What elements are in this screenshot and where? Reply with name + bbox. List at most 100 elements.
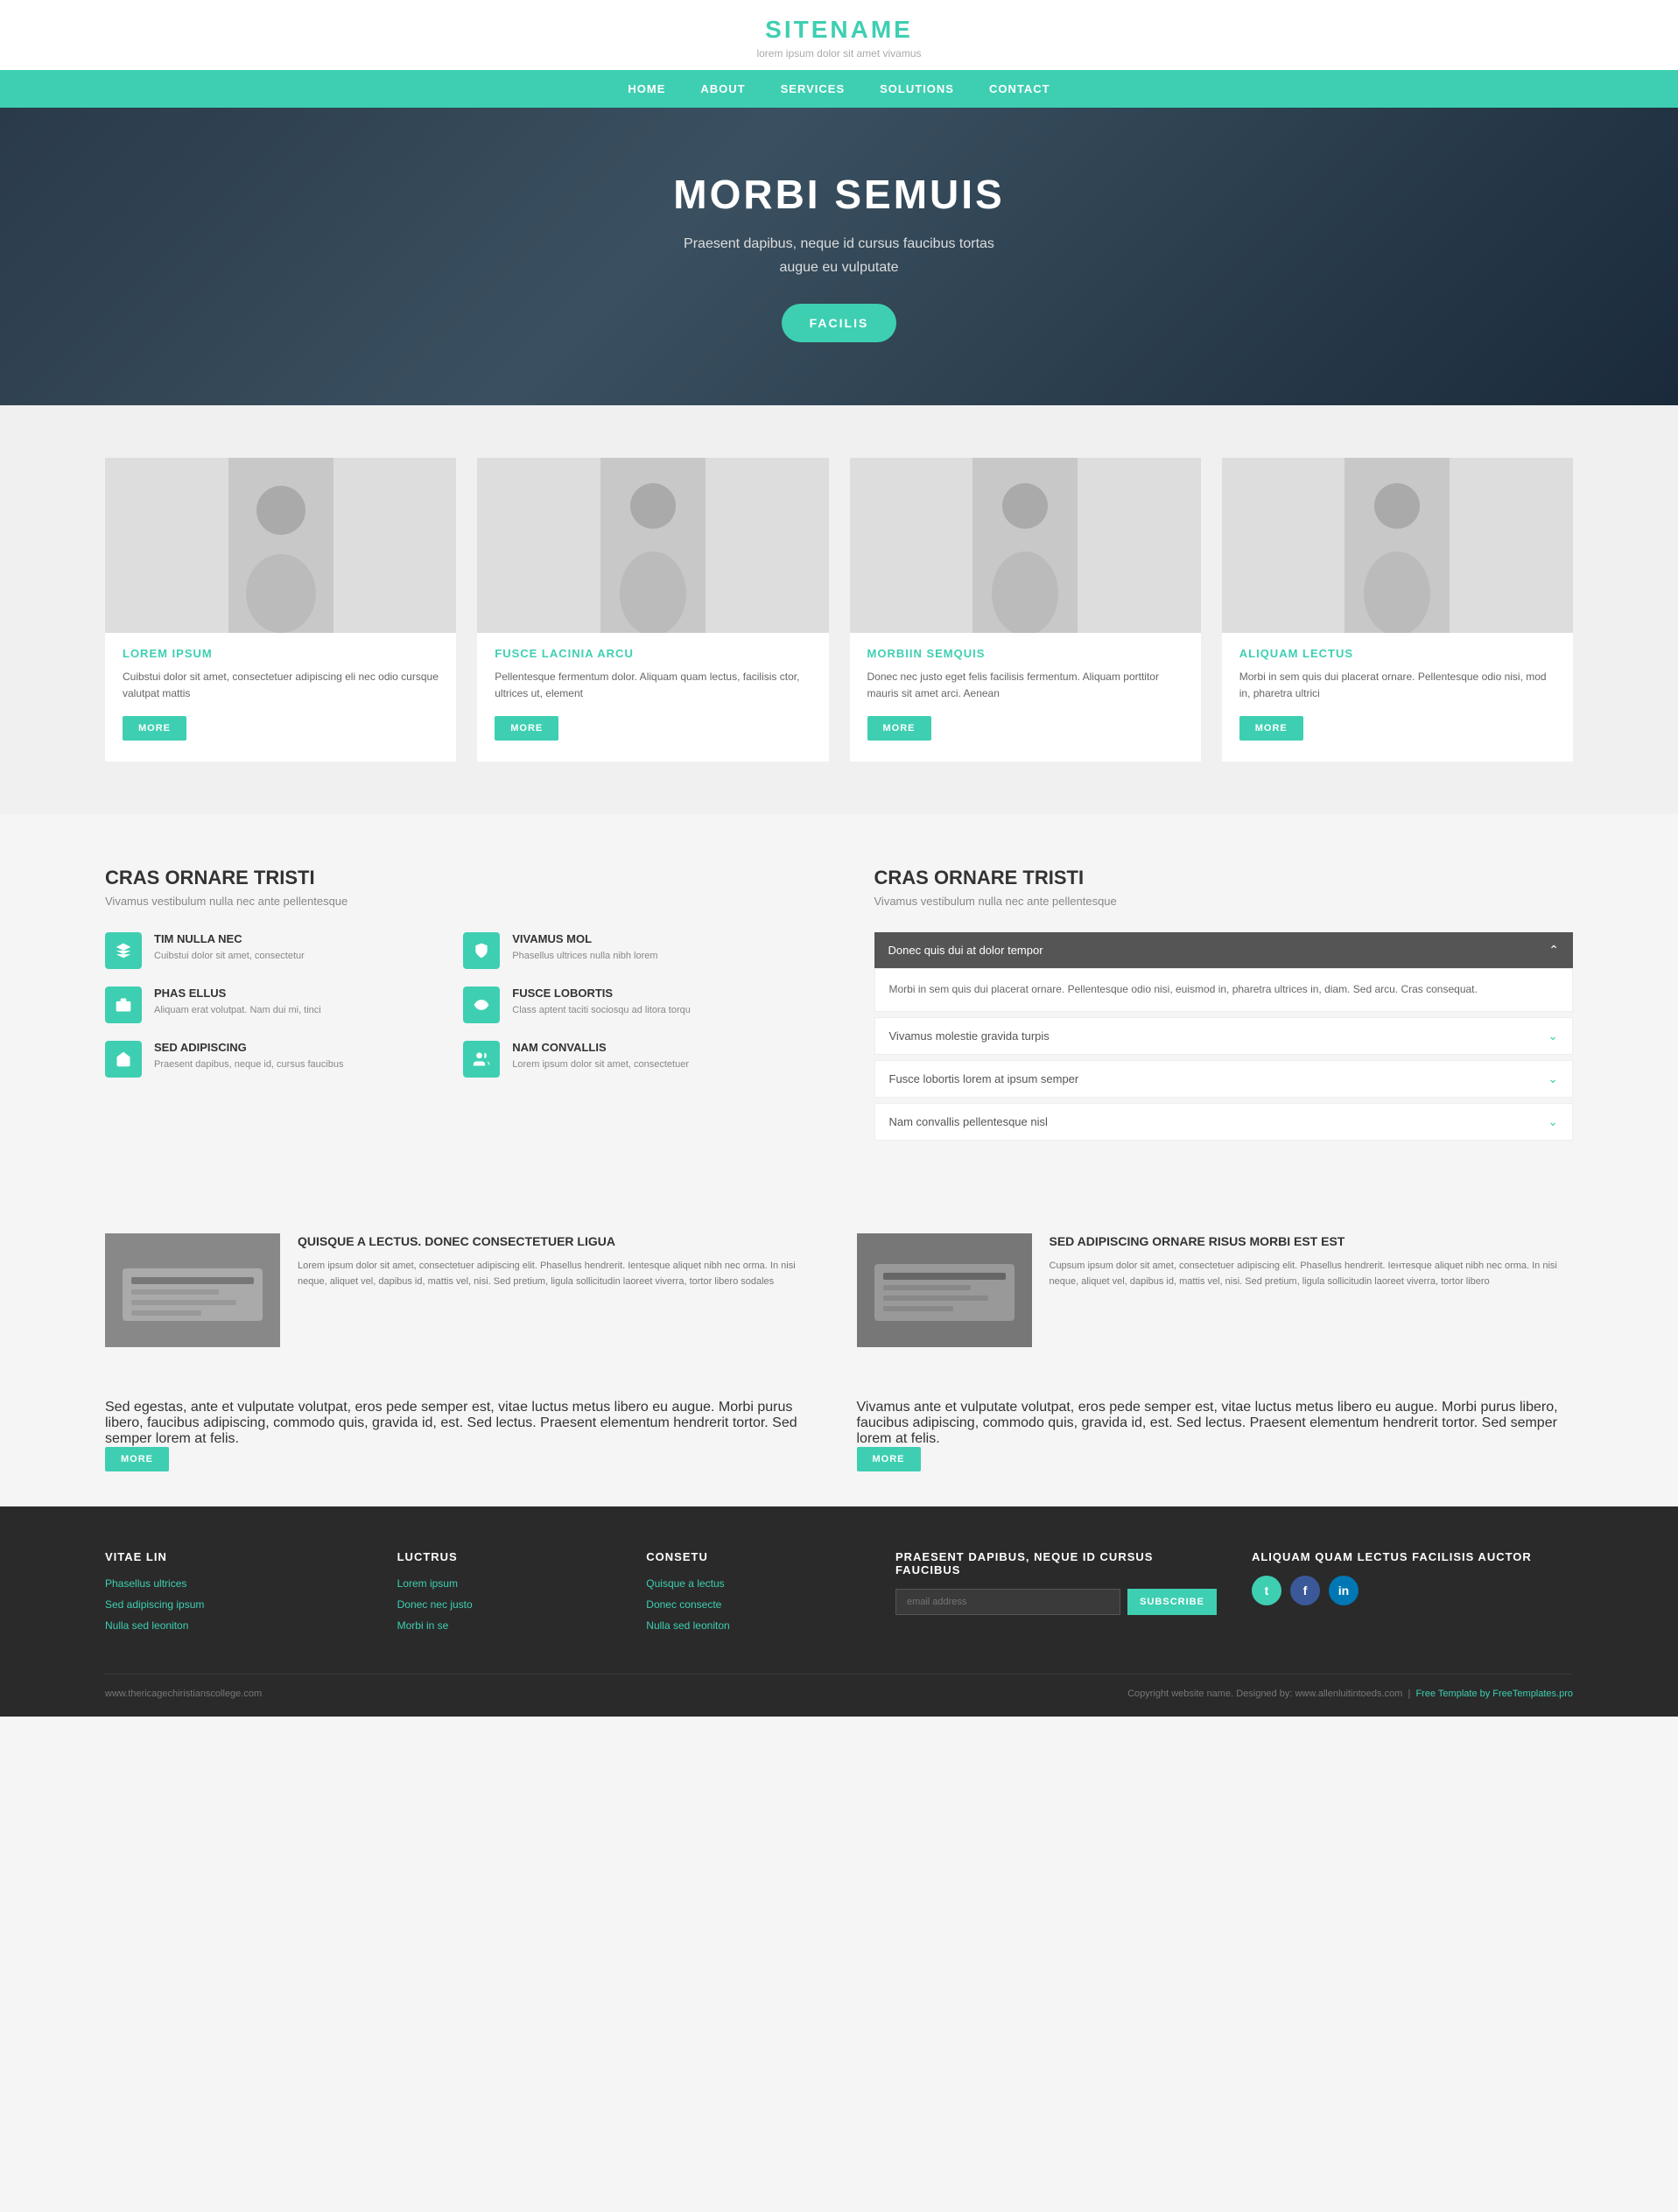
nav-about[interactable]: ABOUT <box>700 82 745 95</box>
accordion-header-4[interactable]: Nam convallis pellentesque nisl ⌄ <box>874 1103 1574 1141</box>
feature-4-title: FUSCE LOBORTIS <box>512 987 691 1000</box>
footer-link-1-2[interactable]: Sed adipiscing ipsum <box>105 1598 204 1611</box>
footer-free-template-link[interactable]: Free Template by FreeTemplates.pro <box>1415 1689 1573 1699</box>
features-left-heading: CRAS ORNARE TRISTI <box>105 867 804 889</box>
feature-1-text: Cuibstui dolor sit amet, consectetur <box>154 949 305 964</box>
content-2-text: Cupsum ipsum dolor sit amet, consectetue… <box>1050 1259 1574 1289</box>
bottom-text-2: Vivamus ante et vulputate volutpat, eros… <box>857 1400 1574 1471</box>
card-1-text: Cuibstui dolor sit amet, consectetuer ad… <box>123 669 439 702</box>
footer-link-3-2[interactable]: Donec consecte <box>646 1598 721 1611</box>
accordion-header-2[interactable]: Vivamus molestie gravida turpis ⌄ <box>874 1017 1574 1055</box>
footer-link-3-1[interactable]: Quisque a lectus <box>646 1577 724 1590</box>
footer-col-4-heading: PRAESENT DAPIBUS, NEQUE ID CURSUS FAUCIB… <box>895 1550 1217 1576</box>
nav-solutions[interactable]: SOLUTIONS <box>880 82 954 95</box>
card-1-more-button[interactable]: MORE <box>123 716 186 741</box>
site-header: SITENAME lorem ipsum dolor sit amet viva… <box>0 0 1678 70</box>
content-block-2: SED ADIPISCING ORNARE RISUS MORBI EST ES… <box>857 1233 1574 1347</box>
feature-icon-3 <box>105 987 142 1023</box>
nav-home[interactable]: HOME <box>628 82 665 95</box>
features-right-heading: CRAS ORNARE TRISTI <box>874 867 1574 889</box>
feature-5-title: SED ADIPISCING <box>154 1041 343 1054</box>
features-section: CRAS ORNARE TRISTI Vivamus vestibulum nu… <box>0 814 1678 1197</box>
content-image-2 <box>857 1233 1032 1347</box>
footer-link-2-1[interactable]: Lorem ipsum <box>397 1577 458 1590</box>
footer-columns: VITAE LIN Phasellus ultrices Sed adipisc… <box>105 1550 1573 1639</box>
accordion-item-4: Nam convallis pellentesque nisl ⌄ <box>874 1103 1574 1141</box>
accordion-item-3: Fusce lobortis lorem at ipsum semper ⌄ <box>874 1060 1574 1098</box>
feature-2-text: Phasellus ultrices nulla nibh lorem <box>512 949 657 964</box>
twitter-icon[interactable]: t <box>1252 1576 1281 1605</box>
hero-section: MORBI SEMUIS Praesent dapibus, neque id … <box>0 108 1678 405</box>
social-icons: t f in <box>1252 1576 1573 1605</box>
feature-6-text: Lorem ipsum dolor sit amet, consectetuer <box>512 1057 689 1072</box>
hero-button[interactable]: FACILIS <box>782 304 897 342</box>
content-section: QUISQUE A LECTUS. DONEC CONSECTETUER LIG… <box>0 1198 1678 1400</box>
card-2-title: FUSCE LACINIA ARCU <box>495 647 811 660</box>
chevron-down-icon-3: ⌄ <box>1548 1071 1558 1086</box>
cards-section: LOREM IPSUM Cuibstui dolor sit amet, con… <box>0 405 1678 814</box>
feature-icon-5 <box>105 1041 142 1078</box>
card-4: ALIQUAM LECTUS Morbi in sem quis dui pla… <box>1222 458 1573 762</box>
content-2-heading: SED ADIPISCING ORNARE RISUS MORBI EST ES… <box>1050 1233 1574 1251</box>
chevron-down-icon-4: ⌄ <box>1548 1114 1558 1129</box>
footer-link-1-3[interactable]: Nulla sed leoniton <box>105 1619 188 1632</box>
footer-link-2-3[interactable]: Morbi in se <box>397 1619 449 1632</box>
card-3-more-button[interactable]: MORE <box>867 716 931 741</box>
footer: VITAE LIN Phasellus ultrices Sed adipisc… <box>0 1506 1678 1717</box>
feature-icon-2 <box>463 932 500 969</box>
bottom-more-btn-1[interactable]: MORE <box>105 1447 169 1471</box>
accordion-header-3[interactable]: Fusce lobortis lorem at ipsum semper ⌄ <box>874 1060 1574 1098</box>
bottom-text-1: Sed egestas, ante et vulputate volutpat,… <box>105 1400 822 1471</box>
footer-col-4: PRAESENT DAPIBUS, NEQUE ID CURSUS FAUCIB… <box>895 1550 1217 1639</box>
card-4-image <box>1222 458 1573 633</box>
bottom-more-btn-2[interactable]: MORE <box>857 1447 921 1471</box>
feature-2-title: VIVAMUS MOL <box>512 932 657 945</box>
card-3: MORBIIN SEMQUIS Donec nec justo eget fel… <box>850 458 1201 762</box>
chevron-down-icon-2: ⌄ <box>1548 1029 1558 1043</box>
feature-3-text: Aliquam erat volutpat. Nam dui mi, tinci <box>154 1003 321 1018</box>
facebook-icon[interactable]: f <box>1290 1576 1320 1605</box>
features-right: CRAS ORNARE TRISTI Vivamus vestibulum nu… <box>874 867 1574 1145</box>
feature-item-2: VIVAMUS MOL Phasellus ultrices nulla nib… <box>463 932 804 969</box>
nav-services[interactable]: SERVICES <box>781 82 846 95</box>
footer-col-3-heading: CONSETU <box>646 1550 860 1563</box>
card-1-image <box>105 458 456 633</box>
card-2-more-button[interactable]: MORE <box>495 716 558 741</box>
footer-subscribe-button[interactable]: SUBSCRIBE <box>1127 1589 1217 1615</box>
footer-link-2-2[interactable]: Donec nec justo <box>397 1598 473 1611</box>
hero-heading: MORBI SEMUIS <box>673 171 1004 218</box>
content-block-1: QUISQUE A LECTUS. DONEC CONSECTETUER LIG… <box>105 1233 822 1347</box>
linkedin-icon[interactable]: in <box>1329 1576 1359 1605</box>
feature-item-4: FUSCE LOBORTIS Class aptent taciti socio… <box>463 987 804 1023</box>
footer-col-2-heading: LUCTRUS <box>397 1550 612 1563</box>
accordion-item-2: Vivamus molestie gravida turpis ⌄ <box>874 1017 1574 1055</box>
site-tagline: lorem ipsum dolor sit amet vivamus <box>0 47 1678 60</box>
feature-icon-4 <box>463 987 500 1023</box>
footer-link-1-1[interactable]: Phasellus ultrices <box>105 1577 186 1590</box>
footer-email-input[interactable] <box>895 1589 1120 1615</box>
footer-copyright: Copyright website name. Designed by: www… <box>1127 1689 1573 1699</box>
card-2: FUSCE LACINIA ARCU Pellentesque fermentu… <box>477 458 828 762</box>
accordion-header-1[interactable]: Donec quis dui at dolor tempor ⌃ <box>874 932 1574 968</box>
footer-col-5: ALIQUAM QUAM LECTUS FACILISIS AUCTOR t f… <box>1252 1550 1573 1639</box>
content-1-heading: QUISQUE A LECTUS. DONEC CONSECTETUER LIG… <box>298 1233 822 1251</box>
footer-link-3-3[interactable]: Nulla sed leoniton <box>646 1619 729 1632</box>
feature-item-3: PHAS ELLUS Aliquam erat volutpat. Nam du… <box>105 987 446 1023</box>
footer-bottom: www.thericagechiristianscollege.com Copy… <box>105 1674 1573 1699</box>
card-1: LOREM IPSUM Cuibstui dolor sit amet, con… <box>105 458 456 762</box>
footer-col-1-heading: VITAE LIN <box>105 1550 362 1563</box>
feature-4-text: Class aptent taciti sociosqu ad litora t… <box>512 1003 691 1018</box>
footer-col-1: VITAE LIN Phasellus ultrices Sed adipisc… <box>105 1550 362 1639</box>
feature-item-6: NAM CONVALLIS Lorem ipsum dolor sit amet… <box>463 1041 804 1078</box>
card-2-image <box>477 458 828 633</box>
feature-3-title: PHAS ELLUS <box>154 987 321 1000</box>
card-1-title: LOREM IPSUM <box>123 647 439 660</box>
chevron-up-icon: ⌃ <box>1548 943 1559 958</box>
footer-site-url: www.thericagechiristianscollege.com <box>105 1689 262 1699</box>
nav-contact[interactable]: CONTACT <box>989 82 1050 95</box>
bottom-text-section: Sed egestas, ante et vulputate volutpat,… <box>0 1400 1678 1506</box>
card-4-more-button[interactable]: MORE <box>1239 716 1303 741</box>
card-4-title: ALIQUAM LECTUS <box>1239 647 1555 660</box>
features-left-sub: Vivamus vestibulum nulla nec ante pellen… <box>105 895 804 908</box>
feature-5-text: Praesent dapibus, neque id, cursus fauci… <box>154 1057 343 1072</box>
